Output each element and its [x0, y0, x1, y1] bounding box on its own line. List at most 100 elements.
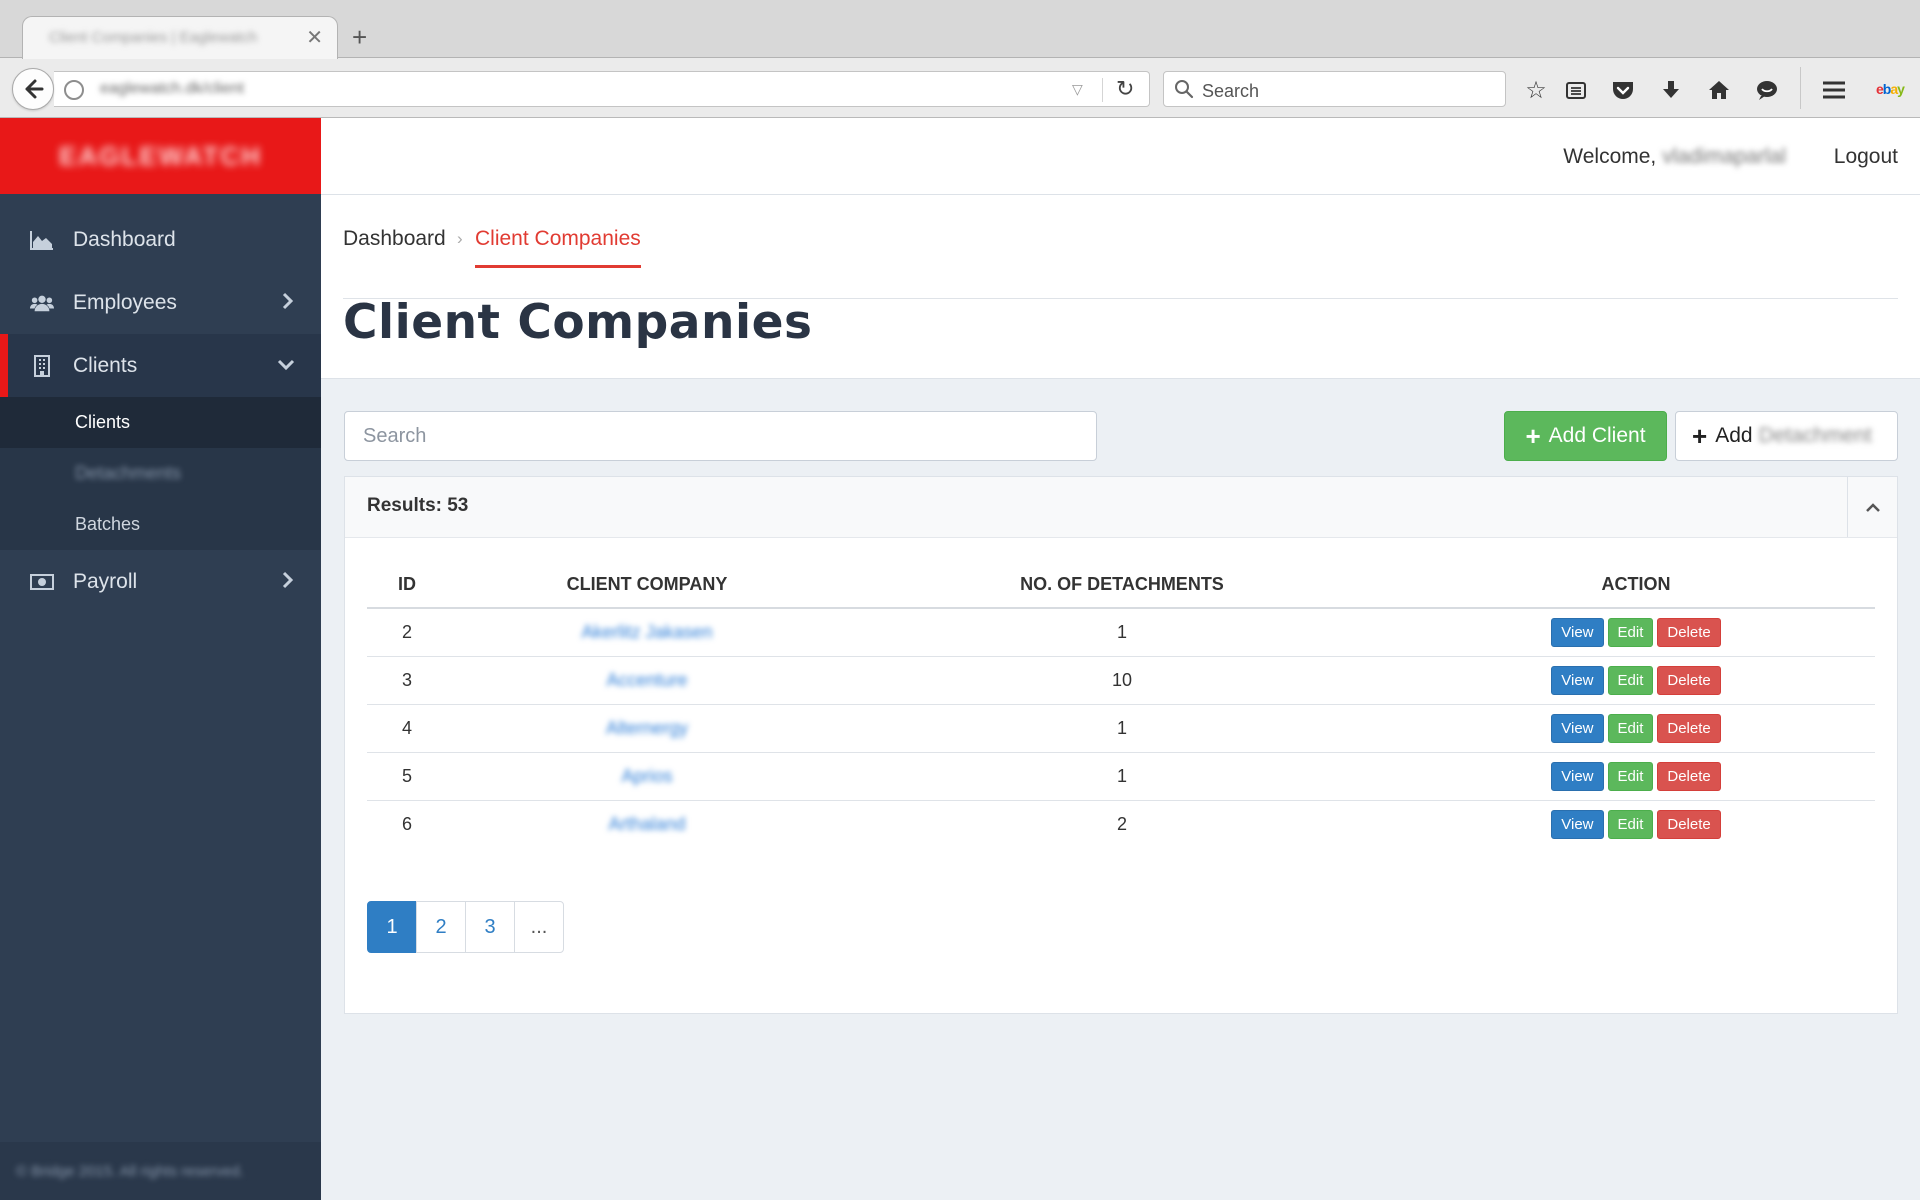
- edit-button[interactable]: Edit: [1607, 761, 1654, 791]
- company-link[interactable]: Aprios: [621, 766, 672, 786]
- back-button[interactable]: [12, 68, 54, 110]
- download-glyph-icon: [1663, 81, 1679, 98]
- page-button-more[interactable]: ...: [514, 901, 564, 953]
- chat-glyph-icon: [1757, 81, 1777, 100]
- add-detachment-label-rest: Detachment: [1758, 424, 1872, 447]
- column-header-company[interactable]: CLIENT COMPANY: [447, 562, 847, 609]
- app-logo: EAGLEWATCH: [59, 140, 262, 171]
- collapse-panel-button[interactable]: [1847, 477, 1897, 537]
- page-header: Dashboard › Client Companies Client Comp…: [321, 195, 1920, 379]
- logout-link[interactable]: Logout: [1834, 145, 1898, 169]
- sidebar-subitem-label: Batches: [75, 514, 141, 534]
- column-header-action: ACTION: [1397, 562, 1875, 609]
- sidebar-subitem-label: Detachments: [75, 463, 182, 483]
- download-icon[interactable]: [1657, 76, 1685, 104]
- column-header-detachments[interactable]: NO. OF DETACHMENTS: [847, 562, 1397, 609]
- table-row: 4 Alternergy 1 View Edit Delete: [367, 704, 1875, 753]
- chevron-down-icon: [277, 359, 295, 371]
- edit-button[interactable]: Edit: [1607, 809, 1654, 839]
- results-panel: Results: 53 ID CLIENT COMPANY NO. OF DET…: [344, 476, 1898, 1014]
- plus-icon: +: [1692, 421, 1708, 451]
- sidebar-item-label: Dashboard: [73, 227, 176, 251]
- building-icon: [30, 354, 54, 378]
- search-input[interactable]: [344, 411, 1097, 461]
- add-detachment-button[interactable]: + Add Detachment: [1675, 411, 1898, 461]
- address-bar[interactable]: eaglewatch.dk/client ▽ ↻: [54, 71, 1150, 107]
- edit-button[interactable]: Edit: [1607, 617, 1654, 647]
- delete-button[interactable]: Delete: [1657, 713, 1721, 743]
- page-button-1[interactable]: 1: [367, 901, 417, 953]
- table-row: 3 Accenture 10 View Edit Delete: [367, 656, 1875, 705]
- browser-tab[interactable]: Client Companies | Eaglewatch ✕: [22, 16, 338, 59]
- sidebar-subitem-detachments[interactable]: Detachments: [0, 448, 321, 499]
- company-link[interactable]: Arthaland: [608, 814, 685, 834]
- add-client-button[interactable]: + Add Client: [1504, 411, 1667, 461]
- browser-search-placeholder: Search: [1202, 81, 1260, 101]
- sidebar-nav: Dashboard Employees Clients Clients Deta…: [0, 208, 321, 613]
- plus-icon: +: [1525, 421, 1541, 451]
- welcome-message: Welcome, vladimaparlal: [1563, 145, 1786, 169]
- chevron-up-icon: [1865, 503, 1880, 512]
- page-button-3[interactable]: 3: [465, 901, 515, 953]
- new-tab-icon[interactable]: +: [352, 22, 367, 52]
- view-button[interactable]: View: [1551, 665, 1604, 695]
- browser-chrome: Client Companies | Eaglewatch ✕ + eaglew…: [0, 0, 1920, 118]
- delete-button[interactable]: Delete: [1657, 809, 1721, 839]
- menu-icon[interactable]: [1820, 76, 1848, 104]
- company-link[interactable]: Alternergy: [606, 718, 688, 738]
- page-button-2[interactable]: 2: [416, 901, 466, 953]
- table-header-row: ID CLIENT COMPANY NO. OF DETACHMENTS ACT…: [367, 562, 1875, 609]
- chevron-right-icon: [282, 571, 294, 589]
- results-panel-header: Results: 53: [345, 477, 1897, 538]
- delete-button[interactable]: Delete: [1657, 665, 1721, 695]
- username[interactable]: vladimaparlal: [1662, 145, 1786, 168]
- cell-id: 5: [367, 752, 447, 801]
- browser-search-box[interactable]: Search: [1163, 71, 1506, 107]
- clients-table: ID CLIENT COMPANY NO. OF DETACHMENTS ACT…: [367, 562, 1875, 848]
- close-tab-icon[interactable]: ✕: [306, 25, 323, 50]
- breadcrumb-dashboard[interactable]: Dashboard: [343, 227, 446, 251]
- users-icon: [30, 291, 54, 315]
- home-glyph-icon: [1709, 81, 1729, 99]
- reload-icon[interactable]: ↻: [1116, 76, 1134, 102]
- pocket-icon[interactable]: [1609, 76, 1637, 104]
- star-icon[interactable]: ☆: [1522, 76, 1550, 104]
- column-header-id[interactable]: ID: [367, 562, 447, 609]
- sidebar-item-label: Payroll: [73, 569, 138, 593]
- add-client-label: Add Client: [1548, 424, 1646, 447]
- sidebar-subitem-clients[interactable]: Clients: [0, 397, 321, 448]
- sidebar-footer: © Bridge 2015. All rights reserved.: [0, 1142, 321, 1200]
- sidebar-item-payroll[interactable]: Payroll: [0, 550, 321, 613]
- sidebar-item-dashboard[interactable]: Dashboard: [0, 208, 321, 271]
- edit-button[interactable]: Edit: [1607, 665, 1654, 695]
- breadcrumb-current[interactable]: Client Companies: [475, 227, 641, 268]
- reading-list-icon[interactable]: [1562, 76, 1590, 104]
- delete-button[interactable]: Delete: [1657, 617, 1721, 647]
- ebay-icon[interactable]: ebay: [1876, 81, 1905, 97]
- url-dropdown-icon[interactable]: ▽: [1072, 81, 1083, 98]
- copyright-text: © Bridge 2015. All rights reserved.: [16, 1162, 244, 1180]
- view-button[interactable]: View: [1551, 713, 1604, 743]
- company-link[interactable]: Accenture: [606, 670, 687, 690]
- view-button[interactable]: View: [1551, 809, 1604, 839]
- sidebar-subitem-batches[interactable]: Batches: [0, 499, 321, 550]
- view-button[interactable]: View: [1551, 617, 1604, 647]
- address-url: eaglewatch.dk/client: [100, 80, 245, 97]
- home-icon[interactable]: [1705, 76, 1733, 104]
- delete-button[interactable]: Delete: [1657, 761, 1721, 791]
- hamburger-glyph-icon: [1823, 81, 1845, 99]
- browser-navbar: eaglewatch.dk/client ▽ ↻ Search ☆ ebay: [0, 59, 1920, 118]
- money-icon: [30, 570, 54, 594]
- page-title: Client Companies: [343, 295, 813, 350]
- breadcrumb-separator-icon: ›: [457, 229, 463, 248]
- logo-bar[interactable]: EAGLEWATCH: [0, 118, 321, 194]
- view-button[interactable]: View: [1551, 761, 1604, 791]
- sidebar-item-clients[interactable]: Clients: [0, 334, 321, 397]
- company-link[interactable]: Akerlitz Jakasen: [581, 622, 712, 642]
- sidebar-item-employees[interactable]: Employees: [0, 271, 321, 334]
- cell-detachments: 1: [847, 608, 1397, 657]
- chat-icon[interactable]: [1753, 76, 1781, 104]
- cell-detachments: 1: [847, 752, 1397, 801]
- globe-icon: [64, 80, 84, 100]
- edit-button[interactable]: Edit: [1607, 713, 1654, 743]
